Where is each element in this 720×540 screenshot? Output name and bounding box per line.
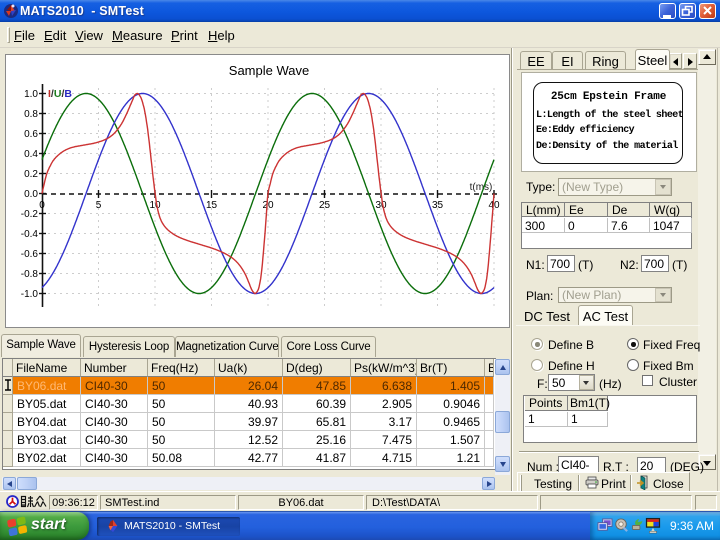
svg-text:0.6: 0.6 [24,129,38,140]
svg-text:1.0: 1.0 [24,89,38,100]
svg-text:10: 10 [149,200,161,211]
svg-text:40: 40 [488,200,500,211]
svg-text:t(ms): t(ms) [470,182,493,193]
svg-text:I/U/B: I/U/B [48,88,72,100]
svg-text:0.0: 0.0 [24,189,38,200]
svg-text:30: 30 [375,200,387,211]
svg-text:5: 5 [96,200,102,211]
svg-text:0.2: 0.2 [24,169,38,180]
svg-text:-0.2: -0.2 [21,209,39,220]
svg-text:0: 0 [39,200,45,211]
svg-text:20: 20 [262,200,274,211]
svg-text:35: 35 [432,200,444,211]
svg-text:-0.8: -0.8 [21,269,39,280]
svg-text:0.8: 0.8 [24,109,38,120]
svg-text:25: 25 [319,200,331,211]
svg-text:-0.4: -0.4 [21,229,39,240]
svg-text:Sample Wave: Sample Wave [229,63,309,78]
svg-text:0.4: 0.4 [24,149,38,160]
svg-text:15: 15 [206,200,218,211]
svg-text:-0.6: -0.6 [21,249,39,260]
svg-text:-1.0: -1.0 [21,289,39,300]
